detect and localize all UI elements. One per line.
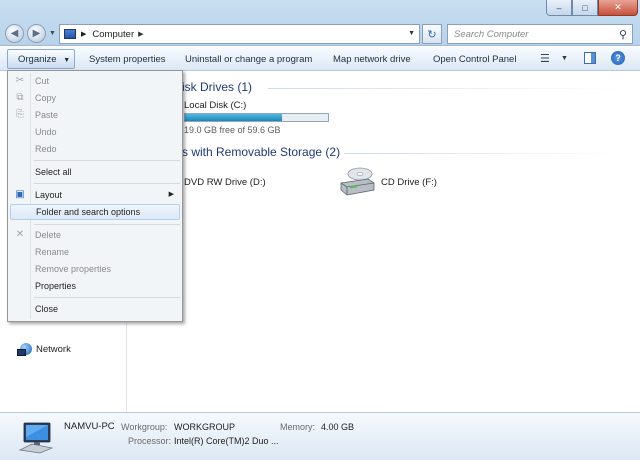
address-separator-icon[interactable]: ▶	[81, 30, 86, 38]
search-input[interactable]: Search Computer ⚲	[447, 24, 633, 44]
menu-item-layout[interactable]: ▣ Layout ▶	[10, 187, 180, 203]
paste-icon: ⎘	[16, 109, 24, 120]
submenu-arrow-icon: ▶	[168, 191, 174, 198]
menu-item-label: Close	[35, 304, 59, 314]
menu-item-properties[interactable]: Properties	[10, 278, 180, 294]
map-network-drive-button[interactable]: Map network drive	[333, 54, 411, 65]
open-control-panel-button[interactable]: Open Control Panel	[433, 54, 516, 65]
maximize-button[interactable]: □	[572, 0, 598, 16]
menu-item-select-all[interactable]: Select all	[10, 164, 180, 180]
memory-value: 4.00 GB	[321, 422, 355, 432]
menu-item-label: Paste	[35, 110, 59, 120]
search-icon[interactable]: ⚲	[619, 28, 627, 41]
menu-separator	[34, 224, 180, 225]
refresh-icon[interactable]: ↻	[422, 24, 442, 44]
processor-value: Intel(R) Core(TM)2 Duo ...	[174, 436, 279, 446]
group-divider	[268, 88, 628, 89]
menu-item-cut[interactable]: ✂ Cut	[10, 73, 180, 89]
window-controls: – □ ✕	[546, 0, 638, 16]
scissors-icon: ✂	[15, 75, 25, 86]
pc-icon	[18, 422, 54, 454]
menu-item-label: Redo	[35, 144, 57, 154]
drive-c-usage-bar	[184, 113, 329, 122]
cd-drive-icon[interactable]	[338, 165, 376, 197]
content-pane: isk Drives (1) Local Disk (C:) 19.0 GB f…	[128, 72, 640, 412]
preview-pane-icon[interactable]	[584, 52, 596, 64]
menu-item-label: Folder and search options	[36, 207, 141, 217]
minimize-button[interactable]: –	[546, 0, 572, 16]
organize-menu: ✂ Cut ⧉ Copy ⎘ Paste Undo Redo Select al…	[7, 70, 183, 322]
menu-item-redo[interactable]: Redo	[10, 141, 180, 157]
views-dropdown-icon[interactable]: ▼	[561, 55, 568, 62]
menu-item-label: Remove properties	[35, 264, 112, 274]
menu-item-label: Layout	[35, 190, 63, 200]
menu-item-undo[interactable]: Undo	[10, 124, 180, 140]
title-bar: – □ ✕ ◀ ▶ ▼ ▶ Computer ▶ ▼ ↻ Search Comp…	[0, 0, 640, 46]
nav-item-label: Network	[36, 343, 71, 355]
menu-item-folder-options[interactable]: Folder and search options	[10, 204, 180, 220]
drive-c-usage-fill	[185, 114, 283, 121]
drive-d-label[interactable]: DVD RW Drive (D:)	[184, 177, 266, 188]
menu-item-delete[interactable]: ✕ Delete	[10, 227, 180, 243]
address-location[interactable]: Computer	[92, 29, 134, 40]
workgroup-label: Workgroup:	[121, 422, 168, 432]
chevron-down-icon: ▼	[63, 57, 71, 64]
drive-c-label[interactable]: Local Disk (C:)	[184, 100, 246, 111]
network-icon	[17, 343, 32, 356]
workgroup-value: WORKGROUP	[174, 422, 236, 432]
address-chevron-icon[interactable]: ▶	[138, 30, 143, 38]
recent-pages-dropdown-icon[interactable]: ▼	[49, 30, 56, 37]
layout-icon: ▣	[15, 189, 25, 200]
drive-f-label[interactable]: CD Drive (F:)	[381, 177, 437, 188]
system-properties-button[interactable]: System properties	[89, 54, 166, 65]
group-header-removable[interactable]: s with Removable Storage (2)	[182, 145, 340, 159]
memory-label: Memory:	[280, 422, 316, 432]
menu-item-remove-properties[interactable]: Remove properties	[10, 261, 180, 277]
help-icon[interactable]: ?	[611, 51, 625, 65]
close-window-button[interactable]: ✕	[598, 0, 638, 16]
nav-item-network[interactable]: Network	[17, 343, 71, 356]
computer-icon	[64, 29, 76, 39]
address-dropdown-icon[interactable]: ▼	[408, 30, 415, 37]
menu-item-label: Rename	[35, 247, 70, 257]
menu-item-label: Undo	[35, 127, 57, 137]
organize-label: Organize	[18, 54, 57, 65]
menu-item-label: Cut	[35, 76, 50, 86]
menu-separator	[34, 160, 180, 161]
organize-button[interactable]: Organize ▼	[7, 49, 75, 69]
back-icon[interactable]: ◀	[5, 24, 24, 43]
menu-item-close[interactable]: Close	[10, 301, 180, 317]
command-toolbar: Organize ▼ System properties Uninstall o…	[0, 47, 640, 71]
group-divider	[344, 153, 624, 154]
menu-item-label: Copy	[35, 93, 57, 103]
menu-item-label: Select all	[35, 167, 72, 177]
drive-c-free-space: 19.0 GB free of 59.6 GB	[184, 125, 281, 135]
menu-item-label: Properties	[35, 281, 77, 291]
menu-separator	[34, 297, 180, 298]
menu-item-copy[interactable]: ⧉ Copy	[10, 90, 180, 106]
processor-label: Processor:	[128, 436, 172, 446]
copy-icon: ⧉	[16, 92, 24, 103]
computer-name: NAMVU-PC	[64, 421, 115, 432]
search-placeholder: Search Computer	[454, 28, 529, 40]
group-header-hard-disks[interactable]: isk Drives (1)	[182, 80, 252, 94]
delete-icon: ✕	[15, 229, 25, 240]
menu-item-paste[interactable]: ⎘ Paste	[10, 107, 180, 123]
details-pane: NAMVU-PC Workgroup: WORKGROUP Memory: 4.…	[0, 412, 640, 460]
menu-separator	[34, 183, 180, 184]
address-bar[interactable]: ▶ Computer ▶ ▼	[59, 24, 420, 44]
uninstall-program-button[interactable]: Uninstall or change a program	[185, 54, 312, 65]
menu-item-label: Delete	[35, 230, 62, 240]
menu-item-rename[interactable]: Rename	[10, 244, 180, 260]
forward-icon[interactable]: ▶	[27, 24, 46, 43]
views-icon[interactable]: ☰	[540, 52, 550, 65]
